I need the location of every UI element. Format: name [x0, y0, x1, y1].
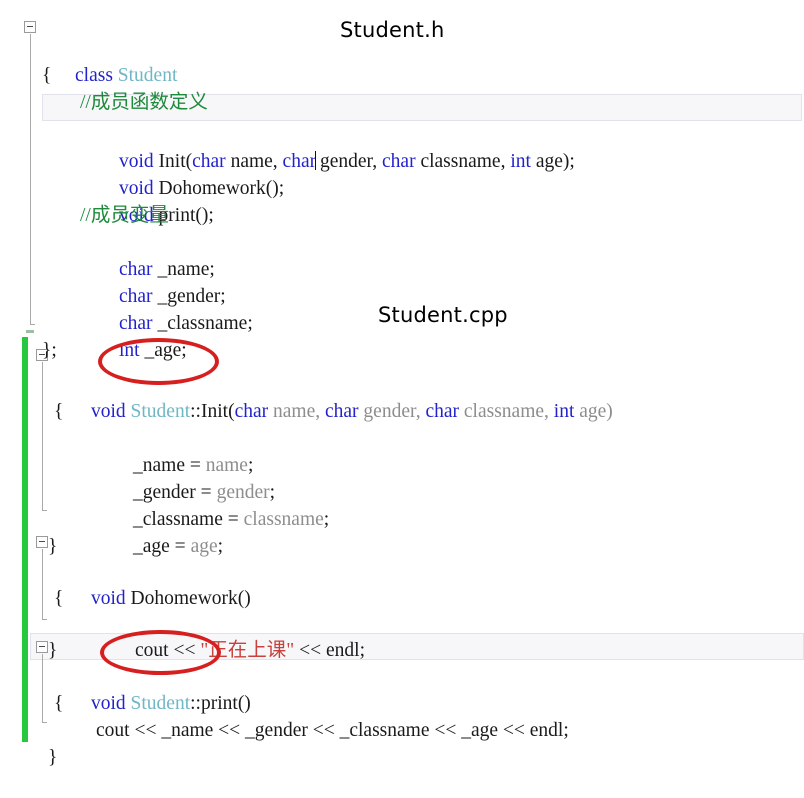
ellipse-annotation-student-scope-print — [100, 630, 221, 675]
keyword-char-3: char — [382, 151, 416, 172]
scope-operator: :: — [190, 401, 201, 422]
fn-print: print() — [200, 693, 251, 714]
assign-rhs-classname: classname — [243, 509, 324, 530]
cout-fields-statement: cout << _name << _gender << _classname <… — [96, 720, 569, 741]
assign-rhs-age: age — [190, 536, 218, 557]
code-line-comment-member-functions[interactable]: //成员函数定义 — [0, 62, 208, 113]
keyword-int: int — [553, 401, 575, 422]
code-line-cout-lesson[interactable]: cout << "正在上课" << endl; — [0, 583, 365, 661]
code-line-field-age[interactable]: int _age; — [0, 283, 187, 361]
param-name: name, — [268, 401, 325, 422]
class-name-student: Student — [117, 65, 178, 86]
fold-guide-print — [42, 654, 43, 722]
code-line-print-open-brace[interactable]: { — [0, 663, 63, 714]
keyword-char-3: char — [425, 401, 460, 422]
keyword-int-1: int — [510, 151, 531, 172]
fold-guide-foot-dohomework — [42, 619, 47, 620]
code-line-field-gender[interactable]: char _gender; — [0, 229, 226, 307]
param-gender: gender, — [315, 151, 383, 172]
param-classname: classname, — [415, 151, 511, 172]
code-line-dohomework-def[interactable]: void Dohomework() — [0, 531, 251, 609]
code-line-field-classname[interactable]: char _classname; — [0, 256, 253, 334]
code-line-field-name[interactable]: char _name; — [0, 202, 215, 280]
cout-suffix: << endl; — [294, 640, 365, 661]
fn-init: Init( — [200, 401, 235, 422]
fold-guide-foot-class — [30, 324, 35, 325]
param-gender: gender, — [358, 401, 426, 422]
code-line-init-decl[interactable]: void Init(char name, char gender, char c… — [0, 94, 575, 172]
fold-guide-foot-print — [42, 722, 47, 723]
code-line-init-open-brace[interactable]: { — [0, 371, 63, 422]
overlay-label-student-cpp: Student.cpp — [378, 303, 508, 327]
param-age: age); — [530, 151, 575, 172]
param-classname: classname, — [459, 401, 554, 422]
fold-guide-foot-init — [42, 510, 47, 511]
param-age: age) — [574, 401, 613, 422]
keyword-void: void — [91, 693, 126, 714]
scope-operator: :: — [190, 693, 201, 714]
code-line-cout-fields[interactable]: cout << _name << _gender << _classname <… — [0, 690, 569, 741]
overlay-label-student-h: Student.h — [340, 18, 445, 42]
code-line-dohomework-close-brace[interactable]: } — [0, 610, 57, 661]
code-line-class-close-brace[interactable]: }; — [0, 310, 57, 361]
code-line-dohomework-open-brace[interactable]: { — [0, 558, 63, 609]
code-line-comment-member-variables[interactable]: //成员变量 — [0, 175, 169, 226]
fold-guide-dohomework — [42, 549, 43, 619]
fn-dohomework: Dohomework() — [125, 588, 251, 609]
code-line-print-def[interactable]: void Student::print() — [0, 636, 251, 714]
code-line-print-decl[interactable]: void print(); — [0, 148, 214, 226]
keyword-char-1: char — [234, 401, 269, 422]
code-editor-window[interactable]: class Student { //成员函数定义 void Init(char … — [0, 0, 804, 768]
comment-member-variables: //成员变量 — [80, 205, 169, 226]
code-line-assign-age[interactable]: _age = age; — [0, 479, 223, 557]
keyword-char-2: char — [282, 151, 317, 172]
code-line-assign-name[interactable]: _name = name; — [0, 398, 253, 476]
keyword-char-2: char — [324, 401, 359, 422]
code-line-print-close-brace[interactable]: } — [0, 717, 57, 768]
code-line-assign-classname[interactable]: _classname = classname; — [0, 452, 329, 530]
fold-guide-init — [42, 362, 43, 510]
code-line-class-decl[interactable]: class Student — [0, 8, 177, 86]
code-line-dohomework-decl[interactable]: void Dohomework(); — [0, 121, 284, 199]
comment-member-functions: //成员函数定义 — [80, 92, 208, 113]
class-name-student: Student — [130, 401, 191, 422]
code-line-init-close-brace[interactable]: } — [0, 506, 57, 557]
keyword-void: void — [91, 401, 126, 422]
keyword-class: class — [75, 65, 113, 86]
keyword-void: void — [91, 588, 126, 609]
fold-toggle-print[interactable] — [36, 641, 48, 653]
assign-lhs-age: _age = — [133, 536, 191, 557]
fold-guide-class — [30, 34, 31, 324]
code-line-init-def[interactable]: void Student::Init(char name, char gende… — [0, 344, 613, 422]
class-name-student: Student — [130, 693, 191, 714]
ellipse-annotation-student-scope-init — [98, 338, 219, 385]
code-line-assign-gender[interactable]: _gender = gender; — [0, 425, 275, 503]
code-line-class-open-brace[interactable]: { — [0, 35, 51, 86]
fold-toggle-dohomework[interactable] — [36, 536, 48, 548]
